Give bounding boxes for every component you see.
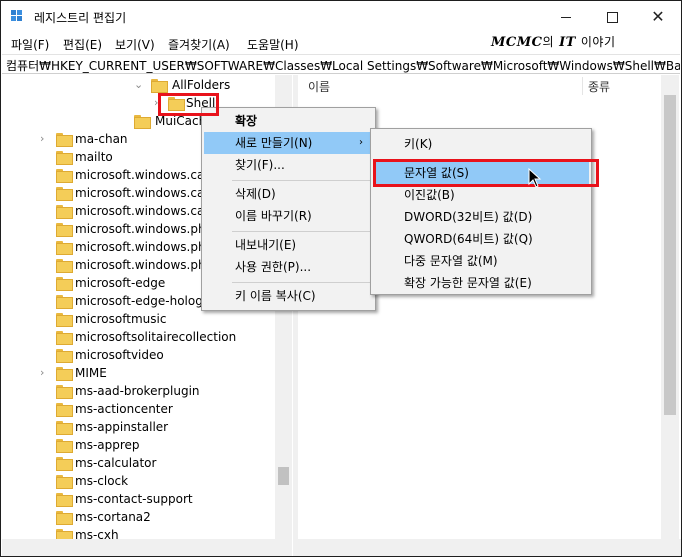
- column-header-name[interactable]: 이름: [308, 78, 330, 95]
- tree-item-label: ms-cortana2: [75, 510, 151, 524]
- expand-chevron-icon[interactable]: ›: [154, 96, 164, 110]
- tree-item-label: ms-aad-brokerplugin: [75, 384, 200, 398]
- menu-separator: [232, 282, 371, 283]
- submenu-arrow-icon: ›: [359, 137, 363, 148]
- menu-item-permissions[interactable]: 사용 권한(P)...: [204, 256, 373, 278]
- menu-separator: [401, 159, 587, 160]
- folder-icon: [56, 205, 73, 219]
- minimize-button[interactable]: [543, 1, 589, 32]
- tree-item-label: ms-calculator: [75, 456, 157, 470]
- expand-chevron-icon[interactable]: ⌄: [134, 78, 144, 92]
- folder-icon: [56, 169, 73, 183]
- list-vertical-scrollbar[interactable]: [661, 75, 679, 540]
- menu-help[interactable]: 도움말(H): [247, 36, 299, 53]
- registry-editor-window: 레지스트리 편집기 ✕ 파일(F) 편집(E) 보기(V) 즐겨찾기(A) 도움…: [0, 0, 682, 557]
- context-menu: 확장 새로 만들기(N) › 찾기(F)... 삭제(D) 이름 바꾸기(R) …: [201, 107, 376, 311]
- tree-item-label: microsoftsolitairecollection: [75, 330, 237, 344]
- column-header-type[interactable]: 종류: [588, 78, 610, 95]
- menu-item-delete[interactable]: 삭제(D): [204, 183, 373, 205]
- folder-icon: [56, 385, 73, 399]
- tree-item-label: ma-chan: [75, 132, 128, 146]
- folder-icon: [56, 457, 73, 471]
- menu-item-copy-key-name[interactable]: 키 이름 복사(C): [204, 285, 373, 307]
- close-button[interactable]: ✕: [635, 1, 681, 32]
- tree-item-label: AllFolders: [172, 78, 231, 92]
- title-bar[interactable]: 레지스트리 편집기 ✕: [1, 1, 681, 32]
- tree-item-label: microsoftvideo: [75, 348, 164, 362]
- tree-item-label: ms-appinstaller: [75, 420, 169, 434]
- window-title: 레지스트리 편집기: [34, 11, 127, 25]
- tree-horizontal-scrollbar[interactable]: [2, 539, 292, 556]
- folder-icon: [56, 439, 73, 453]
- menu-item-rename[interactable]: 이름 바꾸기(R): [204, 205, 373, 227]
- submenu-item-expandable-string-value[interactable]: 확장 가능한 문자열 값(E): [373, 272, 589, 294]
- folder-icon: [56, 295, 73, 309]
- tree-item-label: ms-contact-support: [75, 492, 193, 506]
- folder-icon: [56, 493, 73, 507]
- maximize-button[interactable]: [589, 1, 635, 32]
- registry-app-icon: [11, 10, 25, 23]
- menu-view[interactable]: 보기(V): [115, 36, 155, 53]
- submenu-item-qword-value[interactable]: QWORD(64비트) 값(Q): [373, 228, 589, 250]
- folder-icon: [56, 133, 73, 147]
- menu-item-label: 새로 만들기(N): [235, 136, 313, 150]
- column-separator[interactable]: [582, 77, 583, 95]
- submenu-item-key[interactable]: 키(K): [373, 133, 589, 155]
- scrollbar-thumb[interactable]: [664, 95, 676, 415]
- submenu-item-dword-value[interactable]: DWORD(32비트) 값(D): [373, 206, 589, 228]
- submenu-item-binary-value[interactable]: 이진값(B): [373, 184, 589, 206]
- folder-icon: [56, 403, 73, 417]
- tree-item-label: microsoftmusic: [75, 312, 167, 326]
- folder-icon: [134, 115, 151, 129]
- folder-icon: [56, 421, 73, 435]
- folder-icon: [168, 97, 185, 111]
- folder-icon: [56, 241, 73, 255]
- submenu-item-multi-string-value[interactable]: 다중 문자열 값(M): [373, 250, 589, 272]
- menu-separator: [232, 180, 371, 181]
- menu-favorites[interactable]: 즐겨찾기(A): [168, 36, 230, 53]
- submenu-item-string-value[interactable]: 문자열 값(S): [373, 162, 589, 184]
- folder-icon: [56, 331, 73, 345]
- menu-item-export[interactable]: 내보내기(E): [204, 234, 373, 256]
- menu-item-find[interactable]: 찾기(F)...: [204, 154, 373, 176]
- folder-icon: [151, 79, 168, 93]
- tree-item-label: MIME: [75, 366, 107, 380]
- folder-icon: [56, 277, 73, 291]
- expand-chevron-icon[interactable]: ›: [40, 366, 50, 380]
- folder-icon: [56, 223, 73, 237]
- tree-item-label: ms-clock: [75, 474, 129, 488]
- menu-item-new[interactable]: 새로 만들기(N) ›: [204, 132, 373, 154]
- tree-item-label: microsoft-edge: [75, 276, 166, 290]
- address-bar[interactable]: 컴퓨터₩HKEY_CURRENT_USER₩SOFTWARE₩Classes₩L…: [2, 54, 680, 74]
- folder-icon: [56, 475, 73, 489]
- folder-icon: [56, 367, 73, 381]
- folder-icon: [56, 313, 73, 327]
- mouse-cursor-icon: [528, 168, 542, 188]
- scrollbar-thumb[interactable]: [278, 467, 289, 485]
- address-path: 컴퓨터₩HKEY_CURRENT_USER₩SOFTWARE₩Classes₩L…: [6, 59, 680, 73]
- menu-separator: [232, 231, 371, 232]
- tree-item-label: ms-apprep: [75, 438, 140, 452]
- expand-chevron-icon[interactable]: ›: [40, 132, 50, 146]
- menu-file[interactable]: 파일(F): [11, 36, 49, 53]
- list-horizontal-scrollbar[interactable]: [298, 539, 681, 556]
- tree-item-label: ms-actioncenter: [75, 402, 173, 416]
- tree-item-label: mailto: [75, 150, 113, 164]
- menu-edit[interactable]: 편집(E): [63, 36, 102, 53]
- folder-icon: [56, 259, 73, 273]
- folder-icon: [56, 151, 73, 165]
- blog-watermark: MCMC의 IT 이야기: [491, 35, 616, 50]
- new-submenu: 키(K) 문자열 값(S) 이진값(B) DWORD(32비트) 값(D) QW…: [370, 128, 592, 295]
- folder-icon: [56, 187, 73, 201]
- folder-icon: [56, 349, 73, 363]
- menu-item-expand[interactable]: 확장: [204, 110, 373, 132]
- folder-icon: [56, 511, 73, 525]
